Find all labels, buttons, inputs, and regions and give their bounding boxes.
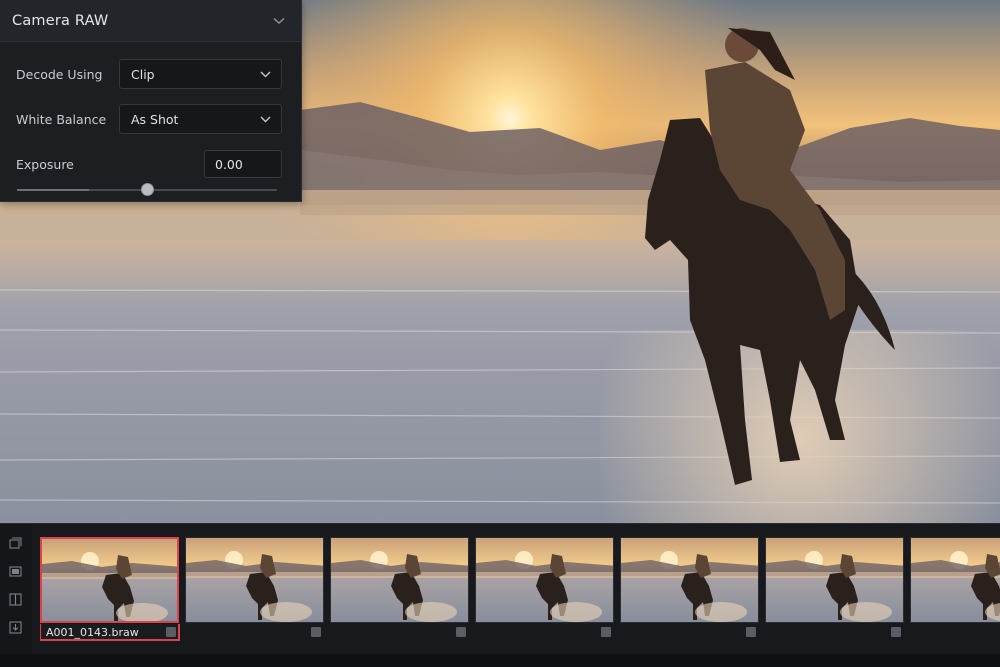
white-balance-label: White Balance [16, 111, 107, 127]
clip-thumbnail[interactable] [330, 537, 469, 623]
decode-using-select[interactable]: Clip [119, 59, 282, 89]
viewer[interactable]: Camera RAW Decode Using Clip White Balan… [0, 0, 1000, 523]
exposure-row: Exposure [0, 150, 302, 178]
clip-footer [475, 624, 614, 641]
clip-footer [620, 624, 759, 641]
clip-flag-icon[interactable] [746, 627, 756, 637]
clip-flag-icon[interactable] [601, 627, 611, 637]
decode-using-row: Decode Using Clip [0, 59, 302, 89]
clip-footer [765, 624, 904, 641]
clip-footer [185, 624, 324, 641]
clip-flag-icon[interactable] [166, 627, 176, 637]
camera-raw-panel: Camera RAW Decode Using Clip White Balan… [0, 0, 302, 202]
chevron-down-icon [260, 116, 271, 122]
viewer-icon[interactable] [8, 564, 23, 579]
clip-flag-icon[interactable] [891, 627, 901, 637]
clip-flag-icon[interactable] [456, 627, 466, 637]
split-icon[interactable] [8, 592, 23, 607]
exposure-slider[interactable] [17, 183, 277, 196]
clip-thumbnail[interactable] [40, 537, 179, 623]
decode-using-label: Decode Using [16, 66, 103, 82]
clip-name: A001_0143.braw [40, 624, 180, 641]
clip-thumbnail[interactable] [765, 537, 904, 623]
clip-thumbnail[interactable] [185, 537, 324, 623]
exposure-label: Exposure [16, 156, 74, 172]
exposure-input[interactable] [204, 150, 282, 178]
exposure-slider-thumb[interactable] [141, 183, 154, 196]
status-bar [0, 654, 1000, 667]
clips-icon[interactable] [8, 536, 23, 551]
clip-thumbnail[interactable] [910, 537, 1000, 623]
white-balance-value: As Shot [131, 111, 179, 127]
clip-footer [910, 624, 1000, 641]
camera-raw-header[interactable]: Camera RAW [0, 0, 301, 42]
clip-footer [330, 624, 469, 641]
clip-thumbnail[interactable] [475, 537, 614, 623]
clip-footer: A001_0143.braw [40, 624, 180, 641]
clip-thumbnail[interactable] [620, 537, 759, 623]
exposure-slider-fill [17, 189, 89, 191]
chevron-down-icon[interactable] [271, 13, 287, 29]
panel-title: Camera RAW [12, 12, 109, 29]
export-icon[interactable] [8, 620, 23, 635]
decode-using-value: Clip [131, 66, 155, 82]
strip-toolbar [0, 524, 32, 667]
chevron-down-icon [260, 71, 271, 77]
thumbnail-list: A001_0143.braw [40, 537, 1000, 642]
clip-strip: A001_0143.braw [0, 523, 1000, 667]
white-balance-row: White Balance As Shot [0, 104, 302, 134]
white-balance-select[interactable]: As Shot [119, 104, 282, 134]
clip-flag-icon[interactable] [311, 627, 321, 637]
